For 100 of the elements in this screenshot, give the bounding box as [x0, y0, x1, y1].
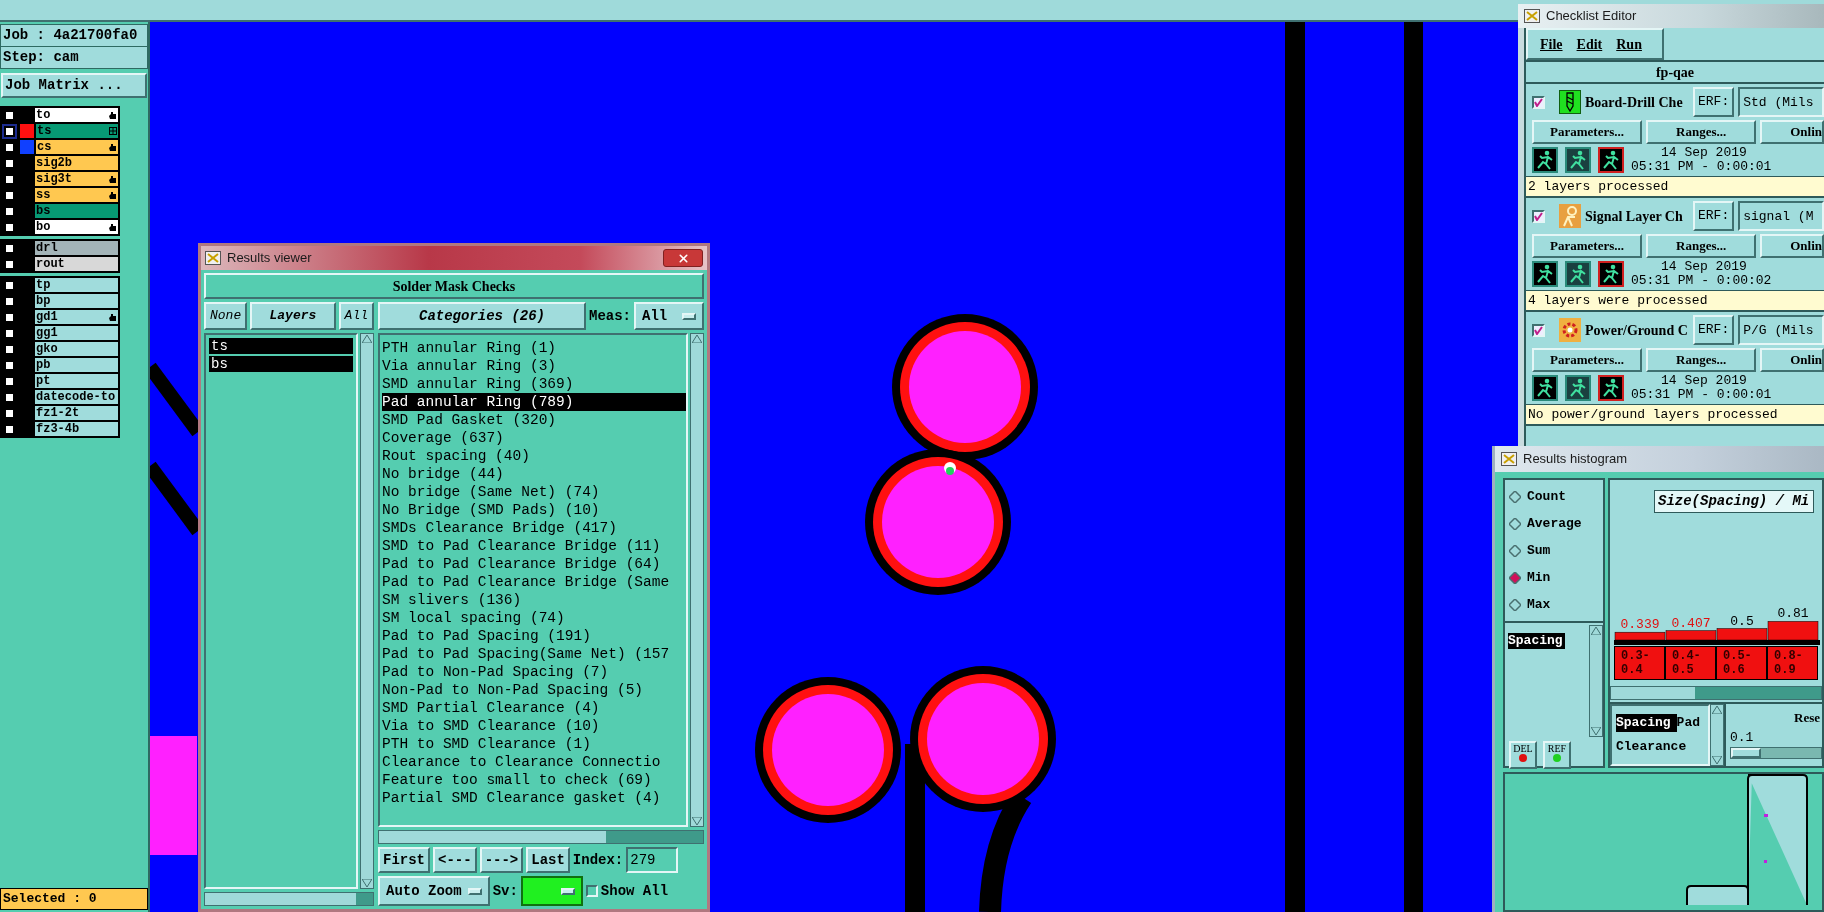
layer-item[interactable]: bs — [35, 204, 118, 218]
layer-item[interactable]: gg1 — [35, 326, 118, 340]
layer-item[interactable]: bo — [35, 220, 118, 234]
category-list-item[interactable]: Clearance to Clearance Connectio — [382, 753, 686, 771]
check-checkbox[interactable] — [1532, 323, 1545, 337]
layer-item[interactable]: rout — [35, 257, 118, 271]
category-list-item[interactable]: SMD Pad Gasket (320) — [382, 411, 686, 429]
check-checkbox[interactable] — [1532, 95, 1545, 109]
menu-item[interactable]: File — [1540, 33, 1563, 55]
check-action-button[interactable]: Parameters... — [1532, 120, 1643, 144]
scrollbar[interactable] — [1589, 625, 1603, 737]
range-slider-thumb[interactable] — [1731, 748, 1761, 758]
running-figure-icon[interactable] — [1565, 147, 1591, 173]
category-list-item[interactable]: Pad to Non-Pad Spacing (7) — [382, 663, 686, 681]
category-list-item[interactable]: PTH annular Ring (1) — [382, 339, 686, 357]
scroll-up-icon[interactable] — [362, 335, 372, 343]
category-list-item[interactable]: SM local spacing (74) — [382, 609, 686, 627]
scrollbar[interactable] — [1610, 686, 1822, 700]
layer-item[interactable]: datecode-to — [35, 390, 118, 404]
range-slider-track[interactable] — [1730, 747, 1822, 759]
running-figure-icon[interactable] — [1598, 375, 1624, 401]
scroll-up-icon[interactable] — [692, 335, 702, 343]
category-list-item[interactable]: PTH to SMD Clearance (1) — [382, 735, 686, 753]
check-action-button[interactable]: Parameters... — [1532, 348, 1643, 372]
layer-item[interactable]: sig2b — [35, 156, 118, 170]
check-action-button[interactable]: Onlin — [1760, 120, 1824, 144]
mode-radio[interactable]: Average — [1509, 513, 1603, 534]
layer-list-item[interactable]: ts — [209, 338, 353, 354]
navigation-button[interactable]: Last — [526, 847, 570, 873]
running-figure-icon[interactable] — [1532, 375, 1558, 401]
erf-button[interactable]: ERF: — [1693, 315, 1735, 345]
category-list-item[interactable]: Coverage (637) — [382, 429, 686, 447]
filter-button[interactable]: Layers — [250, 302, 336, 330]
category-list-item[interactable]: SMDs Clearance Bridge (417) — [382, 519, 686, 537]
scrollbar[interactable] — [204, 892, 374, 906]
category-list-item[interactable]: Pad to Pad Spacing (191) — [382, 627, 686, 645]
category-list-item[interactable]: Pad to Pad Spacing(Same Net) (157 — [382, 645, 686, 663]
menu-item[interactable]: Edit — [1576, 33, 1603, 55]
mode-radio[interactable]: Max — [1509, 594, 1603, 615]
erf-field[interactable]: signal (M — [1738, 201, 1824, 231]
running-figure-icon[interactable] — [1598, 261, 1624, 287]
erf-field[interactable]: P/G (Mils — [1738, 315, 1824, 345]
scrollbar[interactable] — [360, 333, 374, 889]
erf-field[interactable]: Std (Mils — [1738, 87, 1824, 117]
marker-button[interactable]: REF — [1543, 741, 1571, 769]
category-list-item[interactable]: No bridge (Same Net) (74) — [382, 483, 686, 501]
category-list-item[interactable]: SMD to Pad Clearance Bridge (11) — [382, 537, 686, 555]
layer-item[interactable]: drl — [35, 241, 118, 255]
check-action-button[interactable]: Onlin — [1760, 348, 1824, 372]
meas-dropdown[interactable]: All — [634, 302, 704, 330]
layer-item[interactable]: gd1 — [35, 310, 118, 324]
layer-item[interactable]: to — [35, 108, 118, 122]
show-all-checkbox[interactable]: Show All — [585, 880, 669, 902]
running-figure-icon[interactable] — [1565, 261, 1591, 287]
mode-radio[interactable]: Sum — [1509, 540, 1603, 561]
check-checkbox[interactable] — [1532, 209, 1545, 223]
category-list-item[interactable]: No bridge (44) — [382, 465, 686, 483]
running-figure-icon[interactable] — [1565, 375, 1591, 401]
metric-list-item[interactable]: Spacing — [1508, 633, 1565, 649]
category-list-item[interactable]: Pad annular Ring (789) — [382, 393, 686, 411]
category-list-item[interactable]: SM slivers (136) — [382, 591, 686, 609]
category-list-item[interactable]: SMD Partial Clearance (4) — [382, 699, 686, 717]
layer-item[interactable]: gko — [35, 342, 118, 356]
layer-item[interactable]: pt — [35, 374, 118, 388]
scroll-up-icon[interactable] — [1591, 627, 1601, 635]
category-list-item[interactable]: Via to SMD Clearance (10) — [382, 717, 686, 735]
layer-item[interactable]: bp — [35, 294, 118, 308]
category-list-item[interactable]: Pad to Pad Clearance Bridge (Same — [382, 573, 686, 591]
navigation-button[interactable]: <--- — [433, 847, 477, 873]
sv-color-dropdown[interactable] — [520, 876, 583, 906]
check-action-button[interactable]: Ranges... — [1646, 120, 1757, 144]
job-matrix-button[interactable]: Job Matrix ... — [1, 73, 147, 98]
layer-item[interactable]: tp — [35, 278, 118, 292]
filter-button[interactable]: None — [204, 302, 248, 330]
layer-item[interactable]: sig3t — [35, 172, 118, 186]
layer-list-item[interactable]: bs — [209, 356, 353, 372]
check-action-button[interactable]: Ranges... — [1646, 348, 1757, 372]
running-figure-icon[interactable] — [1532, 261, 1558, 287]
index-field[interactable]: 279 — [626, 847, 679, 873]
navigation-button[interactable]: First — [378, 847, 430, 873]
scroll-down-icon[interactable] — [692, 817, 702, 825]
filter-button[interactable]: All — [338, 302, 374, 330]
layer-item[interactable]: fz1-2t — [35, 406, 118, 420]
running-figure-icon[interactable] — [1532, 147, 1558, 173]
navigation-button[interactable]: ---> — [479, 847, 524, 873]
layer-item[interactable]: pb — [35, 358, 118, 372]
categories-button[interactable]: Categories (26) — [378, 302, 586, 330]
scroll-down-icon[interactable] — [1712, 756, 1722, 764]
check-action-button[interactable]: Parameters... — [1532, 234, 1643, 258]
category-list-item[interactable]: Pad to Pad Clearance Bridge (64) — [382, 555, 686, 573]
scroll-up-icon[interactable] — [1712, 706, 1722, 714]
layer-item[interactable]: fz3-4b — [35, 422, 118, 436]
zoom-mode-dropdown[interactable]: Auto Zoom — [378, 876, 490, 906]
mode-radio[interactable]: Count — [1509, 486, 1603, 507]
category-list-item[interactable]: Partial SMD Clearance gasket (4) — [382, 789, 686, 807]
scroll-down-icon[interactable] — [362, 879, 372, 887]
measure-list-item[interactable]: Spacing — [1616, 714, 1677, 732]
close-button[interactable] — [663, 249, 703, 267]
mode-radio[interactable]: Min — [1509, 567, 1603, 588]
scrollbar[interactable] — [378, 830, 704, 844]
